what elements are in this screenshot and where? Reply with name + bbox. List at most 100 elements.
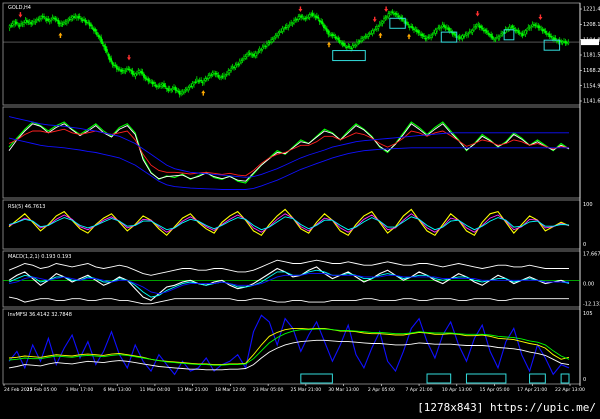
candle-body bbox=[258, 48, 261, 51]
candle-body bbox=[338, 40, 341, 43]
candle-body bbox=[213, 73, 215, 75]
candle-body bbox=[70, 17, 73, 20]
candle-body bbox=[530, 26, 533, 29]
candle-body bbox=[491, 36, 494, 39]
candle-body bbox=[135, 73, 138, 75]
candle-body bbox=[173, 86, 175, 89]
candle-body bbox=[347, 45, 350, 48]
candle-body bbox=[281, 28, 284, 32]
chart-svg[interactable]: GOLD,H4 RSI(5) 46.7613 MACD(1,2,1) 0.193… bbox=[0, 0, 600, 415]
candle-body bbox=[181, 91, 184, 94]
candle-body bbox=[255, 52, 258, 56]
candle-body bbox=[230, 68, 233, 71]
candle-body bbox=[483, 29, 485, 32]
candle-body bbox=[77, 16, 80, 19]
candle-body bbox=[148, 80, 151, 82]
candle-body bbox=[110, 58, 113, 62]
candle-body bbox=[257, 51, 260, 53]
chart-window[interactable]: GOLD,H4 RSI(5) 46.7613 MACD(1,2,1) 0.193… bbox=[0, 0, 600, 415]
candle-body bbox=[197, 80, 200, 82]
candle-body bbox=[155, 86, 158, 88]
rsi-tick-label-0: 100 bbox=[583, 202, 593, 208]
candle-body bbox=[75, 15, 78, 18]
candle-body bbox=[397, 15, 400, 18]
candle-body bbox=[351, 45, 354, 49]
candle-body bbox=[410, 26, 413, 28]
candle-body bbox=[30, 22, 33, 25]
candle-body bbox=[518, 32, 521, 34]
candle-body bbox=[388, 13, 391, 16]
x-tick-label-10: 2 Apr 05:00 bbox=[368, 387, 395, 393]
candle-body bbox=[435, 29, 438, 32]
candle-body bbox=[264, 45, 267, 48]
candle-body bbox=[470, 31, 473, 33]
candle-body bbox=[395, 13, 398, 16]
candle-body bbox=[104, 46, 107, 51]
candle-body bbox=[263, 45, 265, 47]
candle-body bbox=[27, 21, 30, 23]
candle-body bbox=[367, 34, 370, 37]
candle-body bbox=[420, 33, 423, 36]
price-tick-label-4: 1168.25 bbox=[583, 68, 600, 74]
candle-body bbox=[214, 72, 217, 75]
candle-body bbox=[158, 85, 161, 87]
candle-body bbox=[465, 33, 468, 36]
candle-body bbox=[390, 11, 393, 13]
candle-body bbox=[120, 69, 123, 72]
candle-body bbox=[335, 37, 338, 39]
candle-body bbox=[437, 27, 440, 29]
candle-body bbox=[308, 14, 311, 18]
candle-body bbox=[514, 29, 517, 32]
candle-body bbox=[525, 30, 528, 32]
candle-body bbox=[557, 41, 560, 43]
candle-body bbox=[288, 24, 291, 26]
candle-body bbox=[553, 37, 555, 41]
candle-body bbox=[13, 21, 15, 25]
candle-body bbox=[453, 32, 455, 35]
candle-body bbox=[215, 72, 218, 75]
candle-body bbox=[355, 41, 358, 46]
candle-body bbox=[253, 53, 255, 57]
candle-body bbox=[113, 64, 115, 66]
candle-body bbox=[74, 16, 77, 18]
candle-body bbox=[340, 41, 343, 44]
candle-body bbox=[438, 26, 441, 29]
candle-body bbox=[210, 74, 213, 76]
candle-body bbox=[371, 30, 374, 34]
candle-body bbox=[144, 77, 147, 79]
candle-body bbox=[103, 44, 105, 47]
candle-body bbox=[163, 83, 165, 87]
candle-body bbox=[243, 56, 245, 59]
macd-tick-label-0: 17.667 bbox=[583, 252, 600, 258]
candle-body bbox=[527, 27, 530, 29]
candle-body bbox=[48, 19, 51, 22]
candle-body bbox=[477, 24, 480, 26]
candle-body bbox=[180, 91, 183, 94]
candle-body bbox=[561, 42, 564, 44]
candle-body bbox=[485, 30, 488, 33]
candle-body bbox=[468, 31, 471, 33]
candle-body bbox=[374, 28, 377, 31]
candle-body bbox=[87, 22, 90, 24]
candle-body bbox=[273, 37, 275, 40]
candle-body bbox=[467, 33, 470, 36]
candle-body bbox=[278, 31, 281, 33]
candle-body bbox=[225, 73, 228, 76]
candle-body bbox=[228, 70, 231, 73]
macd-tick-label-2: -12.133 bbox=[583, 302, 600, 308]
candle-body bbox=[474, 26, 477, 28]
candle-body bbox=[105, 49, 108, 53]
candle-body bbox=[513, 27, 515, 30]
candle-body bbox=[190, 85, 193, 88]
candle-body bbox=[231, 66, 234, 68]
candle-body bbox=[545, 33, 548, 35]
candle-body bbox=[433, 32, 435, 34]
candle-body bbox=[244, 56, 247, 59]
candle-body bbox=[201, 81, 204, 84]
x-tick-label-2: 3 Mar 17:00 bbox=[66, 387, 94, 393]
candle-body bbox=[398, 16, 401, 18]
candle-body bbox=[267, 42, 270, 45]
x-tick-label-15: 22 Apr 13:00 bbox=[555, 387, 585, 393]
candle-body bbox=[337, 37, 340, 41]
candle-body bbox=[495, 37, 498, 39]
